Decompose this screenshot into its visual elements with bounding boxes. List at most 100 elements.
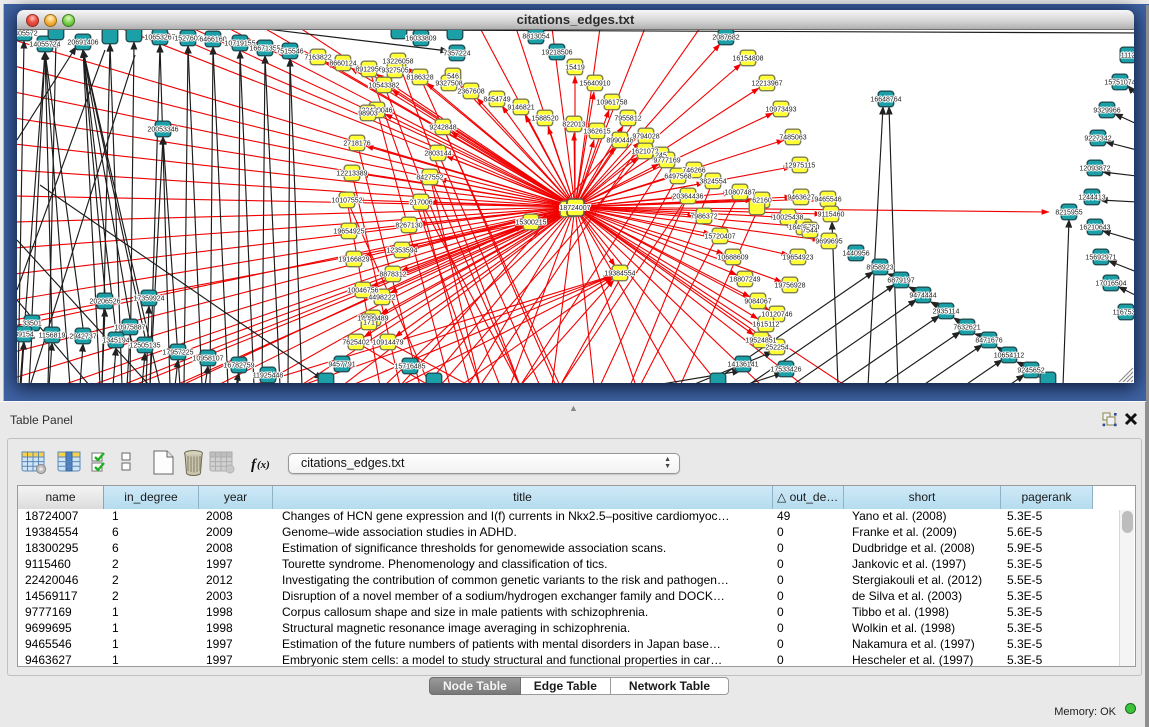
svg-text:7625402: 7625402	[342, 340, 369, 347]
svg-text:8267130: 8267130	[395, 223, 422, 230]
svg-text:9245652: 9245652	[1017, 368, 1044, 375]
svg-text:10914479: 10914479	[372, 340, 403, 347]
svg-text:10120746: 10120746	[761, 312, 792, 319]
svg-text:9474444: 9474444	[909, 293, 936, 300]
svg-text:9699695: 9699695	[815, 239, 842, 246]
svg-text:14055724: 14055724	[29, 42, 60, 49]
svg-text:19166829: 19166829	[338, 257, 369, 264]
svg-text:7544: 7544	[802, 228, 818, 235]
svg-text:7485063: 7485063	[779, 135, 806, 142]
svg-text:1527602: 1527602	[174, 36, 201, 43]
svg-text:17359924: 17359924	[133, 296, 164, 303]
svg-text:18807249: 18807249	[729, 277, 760, 284]
svg-text:7986372: 7986372	[690, 214, 717, 221]
svg-text:8454749: 8454749	[483, 97, 510, 104]
svg-text:18724007: 18724007	[559, 205, 590, 212]
svg-text:20206526: 20206526	[89, 299, 120, 306]
svg-text:7163822: 7163822	[304, 55, 331, 62]
svg-text:19218506: 19218506	[541, 50, 572, 57]
svg-text:1615112: 1615112	[753, 322, 780, 329]
svg-text:2087682: 2087682	[712, 35, 739, 42]
svg-text:8878312: 8878312	[379, 272, 406, 279]
svg-text:16210643: 16210643	[1079, 225, 1110, 232]
svg-text:8958923: 8958923	[866, 265, 893, 272]
svg-text:9463627: 9463627	[787, 195, 814, 202]
svg-text:17957225: 17957225	[162, 350, 193, 357]
svg-text:12975115: 12975115	[785, 163, 816, 170]
svg-text:19756928: 19756928	[774, 283, 805, 290]
svg-text:10025438: 10025438	[772, 215, 803, 222]
svg-text:20691406: 20691406	[67, 40, 98, 47]
svg-text:15300215: 15300215	[515, 220, 546, 227]
svg-text:6879197: 6879197	[887, 278, 914, 285]
svg-text:12213967: 12213967	[751, 81, 782, 88]
svg-text:15720407: 15720407	[704, 234, 735, 241]
svg-text:3824554: 3824554	[699, 179, 726, 186]
svg-text:2718176: 2718176	[343, 141, 370, 148]
svg-text:2935114: 2935114	[933, 309, 960, 316]
svg-text:1440956: 1440956	[842, 251, 869, 258]
svg-text:8471676: 8471676	[975, 338, 1002, 345]
svg-text:1167533: 1167533	[1113, 310, 1134, 317]
svg-text:16154808: 16154808	[732, 56, 763, 63]
svg-text:1345194: 1345194	[102, 338, 129, 345]
svg-text:19524851: 19524851	[745, 338, 776, 345]
svg-text:7955812: 7955812	[614, 116, 641, 123]
svg-text:7357224: 7357224	[443, 51, 470, 58]
svg-text:10688609: 10688609	[717, 255, 748, 262]
svg-text:15419: 15419	[565, 65, 585, 72]
svg-text:10543382: 10543382	[368, 83, 399, 90]
svg-text:1156819: 1156819	[39, 333, 66, 340]
svg-text:2942737: 2942737	[69, 334, 96, 341]
svg-text:9777169: 9777169	[653, 158, 680, 165]
svg-text:33501: 33501	[22, 321, 42, 328]
svg-text:8215955: 8215955	[1055, 210, 1082, 217]
svg-text:11925448: 11925448	[253, 373, 284, 380]
svg-text:6497568: 6497568	[664, 174, 691, 181]
svg-text:9465546: 9465546	[814, 197, 841, 204]
svg-text:17016504: 17016504	[1095, 281, 1126, 288]
svg-text:10961758: 10961758	[596, 100, 627, 107]
svg-text:171: 171	[363, 320, 375, 327]
svg-text:217006: 217006	[409, 200, 432, 207]
svg-text:20053346: 20053346	[147, 127, 178, 134]
svg-text:8990448: 8990448	[606, 138, 633, 145]
svg-text:10807487: 10807487	[724, 190, 755, 197]
svg-text:19654923: 19654923	[782, 255, 813, 262]
svg-text:20364436: 20364436	[672, 194, 703, 201]
svg-text:9794028: 9794028	[632, 134, 659, 141]
svg-text:16648764: 16648764	[870, 97, 901, 104]
svg-text:15692971: 15692971	[1085, 255, 1116, 262]
svg-text:19384554: 19384554	[604, 271, 635, 278]
svg-text:10973493: 10973493	[765, 107, 796, 114]
svg-text:10046756: 10046756	[347, 288, 378, 295]
svg-text:15640910: 15640910	[579, 81, 610, 88]
svg-text:546: 546	[447, 74, 459, 81]
svg-text:1588520: 1588520	[531, 116, 558, 123]
svg-text:12505135: 12505135	[129, 343, 160, 350]
svg-text:16033809: 16033809	[405, 36, 436, 43]
svg-text:2803144: 2803144	[424, 151, 451, 158]
svg-text:9329966: 9329966	[1093, 108, 1120, 115]
svg-text:1112: 1112	[1121, 53, 1134, 60]
svg-text:8912956: 8912956	[355, 67, 382, 74]
svg-text:15751074: 15751074	[1104, 80, 1134, 87]
svg-text:7515546: 7515546	[276, 49, 303, 56]
svg-text:10107552: 10107552	[331, 198, 362, 205]
svg-text:12213389: 12213389	[336, 171, 367, 178]
svg-text:9327508: 9327508	[435, 81, 462, 88]
svg-text:7632621: 7632621	[953, 325, 980, 332]
svg-text:14136141: 14136141	[727, 362, 758, 369]
svg-text:10653267: 10653267	[144, 35, 175, 42]
svg-text:62160: 62160	[752, 198, 772, 205]
svg-text:10958107: 10958107	[192, 356, 223, 363]
svg-text:9084067: 9084067	[744, 299, 771, 306]
svg-text:6466160: 6466160	[199, 37, 226, 44]
svg-text:10975887: 10975887	[114, 325, 145, 332]
svg-text:13226058: 13226058	[382, 59, 413, 66]
svg-text:39154: 39154	[17, 332, 34, 339]
svg-text:12093872: 12093872	[1079, 166, 1110, 173]
svg-text:10654112: 10654112	[994, 353, 1025, 360]
svg-text:4498222: 4498222	[368, 295, 395, 302]
svg-text:8813054: 8813054	[522, 34, 549, 41]
